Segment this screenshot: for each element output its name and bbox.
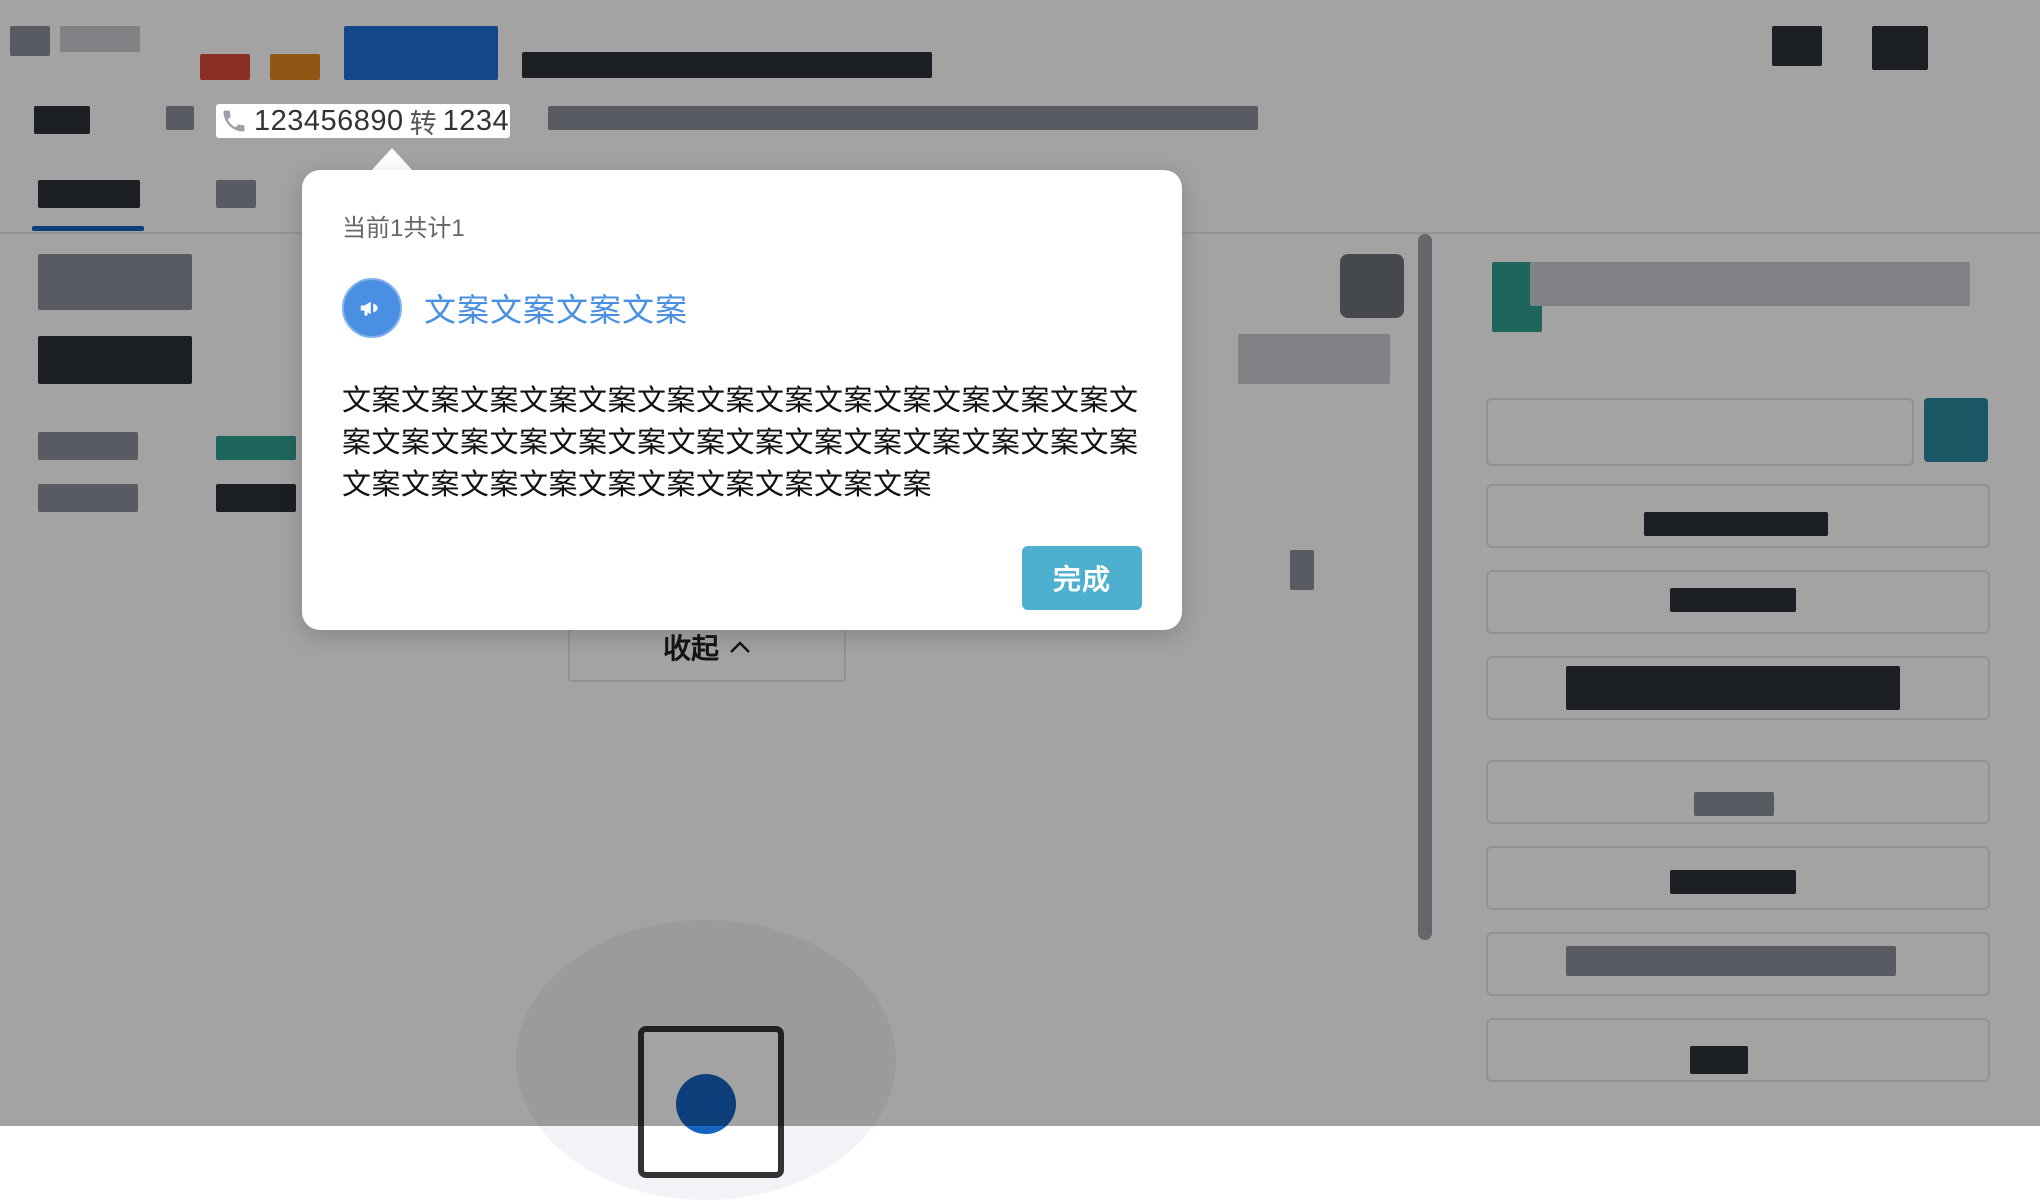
phone-number-highlight[interactable]: 123456890 转 1234 xyxy=(216,104,510,139)
popover-header: 文案文案文案文案 xyxy=(342,278,688,338)
phone-extension: 1234 xyxy=(442,104,510,137)
step-counter: 当前1共计1 xyxy=(342,215,465,242)
popover-arrow xyxy=(370,148,414,172)
popover-title: 文案文案文案文案 xyxy=(424,292,689,328)
done-button[interactable]: 完成 xyxy=(1022,546,1142,610)
megaphone-icon xyxy=(342,278,402,338)
phone-number: 123456890 xyxy=(254,104,404,137)
guide-popover: 当前1共计1 文案文案文案文案 文案文案文案文案文案文案文案文案文案文案文案文案… xyxy=(302,170,1182,630)
phone-icon xyxy=(223,110,245,132)
phone-extension-separator: 转 xyxy=(409,108,437,139)
popover-body: 文案文案文案文案文案文案文案文案文案文案文案文案文案文案文案文案文案文案文案文案… xyxy=(342,385,1139,501)
